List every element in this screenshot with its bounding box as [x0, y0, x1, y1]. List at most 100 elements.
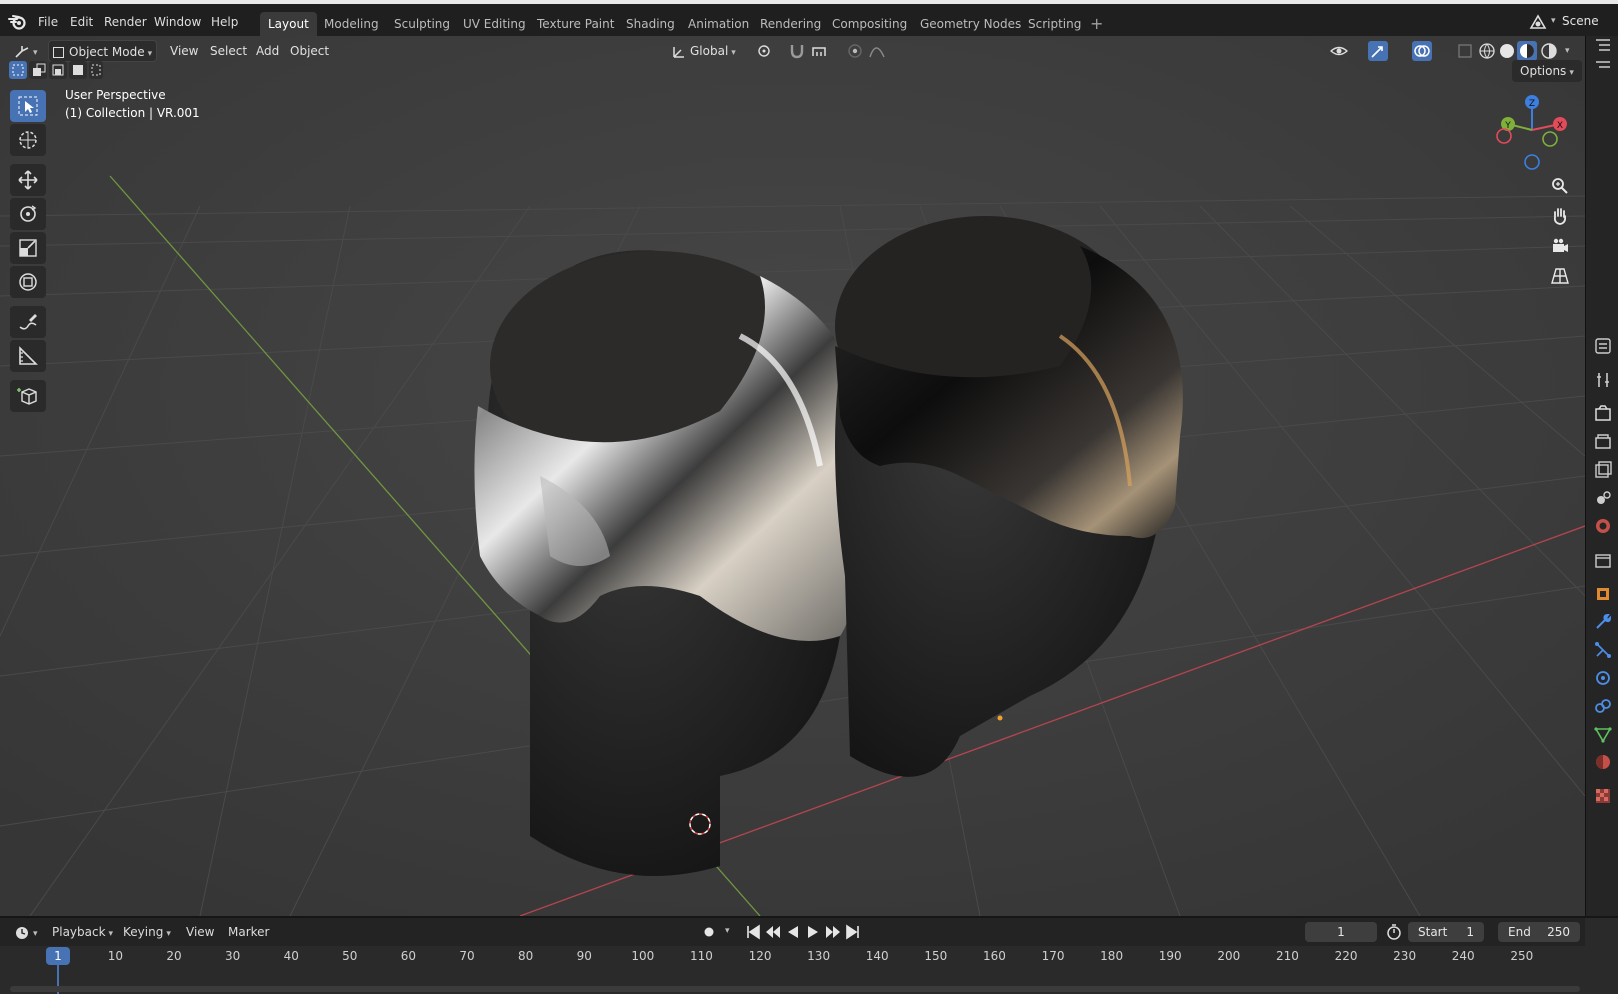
navigation-gizmo[interactable]: Z X Y [1492, 90, 1572, 170]
current-frame-marker[interactable]: 1 [46, 947, 70, 965]
tab-compositing[interactable]: Compositing [824, 12, 915, 36]
options-dropdown[interactable]: Options ▾ [1512, 60, 1582, 82]
render-properties-icon[interactable] [1593, 404, 1613, 424]
menu-render[interactable]: Render [100, 13, 151, 31]
jump-end-icon[interactable] [844, 923, 862, 941]
menu-edit[interactable]: Edit [66, 13, 97, 31]
add-cube-tool[interactable] [10, 380, 46, 412]
start-frame-field[interactable]: Start 1 [1408, 922, 1484, 942]
menu-file[interactable]: File [34, 13, 62, 31]
end-frame-field[interactable]: End 250 [1498, 922, 1580, 942]
cursor-tool[interactable] [10, 124, 46, 156]
mode-dropdown[interactable]: Object Mode ▾ [48, 40, 158, 62]
texture-properties-icon[interactable] [1593, 786, 1613, 806]
rotate-tool[interactable] [10, 198, 46, 230]
physics-icon[interactable] [1593, 668, 1613, 688]
blender-logo-icon[interactable] [8, 13, 28, 31]
chevron-down-icon[interactable]: ▾ [725, 926, 730, 936]
tab-sculpting[interactable]: Sculpting [386, 12, 458, 36]
marker-menu[interactable]: Marker [224, 922, 273, 942]
tab-modeling[interactable]: Modeling [316, 12, 387, 36]
constraints-icon[interactable] [1593, 696, 1613, 716]
transform-tool[interactable] [10, 266, 46, 298]
frame-tick-label: 140 [865, 949, 889, 963]
play-reverse-icon[interactable] [784, 923, 802, 941]
editor-type-button[interactable]: ▾ [10, 40, 42, 62]
xray-icon[interactable] [1456, 42, 1474, 60]
outliner-icon-2[interactable] [1593, 58, 1613, 78]
visibility-eye-icon[interactable] [1330, 42, 1348, 60]
solid-shading-icon[interactable] [1498, 42, 1516, 60]
scale-tool[interactable] [10, 232, 46, 264]
menu-add[interactable]: Add [252, 40, 283, 62]
camera-view-button[interactable] [1546, 232, 1574, 260]
world-properties-icon[interactable] [1593, 516, 1613, 536]
output-properties-icon[interactable] [1593, 432, 1613, 452]
wireframe-shading-icon[interactable] [1478, 42, 1496, 60]
frame-tick-label: 220 [1334, 949, 1358, 963]
pan-button[interactable] [1546, 202, 1574, 230]
menu-select[interactable]: Select [206, 40, 251, 62]
menu-window[interactable]: Window [150, 13, 205, 31]
mesh-data-icon[interactable] [1593, 724, 1613, 744]
timeline-editor-type-button[interactable]: ▾ [10, 922, 42, 942]
selection-mode-buttons[interactable] [8, 60, 104, 80]
collection-properties-icon[interactable] [1593, 550, 1613, 570]
overlays-toggle-button[interactable] [1412, 41, 1432, 61]
view-layer-icon[interactable] [1593, 460, 1613, 480]
rendered-shading-icon[interactable] [1540, 42, 1558, 60]
chevron-down-icon: ▾ [33, 929, 38, 939]
particles-icon[interactable] [1593, 640, 1613, 660]
properties-editor-icon[interactable] [1593, 336, 1613, 356]
perspective-toggle-button[interactable] [1546, 262, 1574, 290]
outliner-icon[interactable] [1593, 36, 1613, 56]
add-workspace-button[interactable]: + [1090, 12, 1103, 36]
timeline-view-menu[interactable]: View [182, 922, 218, 942]
frame-tick-label: 250 [1510, 949, 1534, 963]
next-keyframe-icon[interactable] [824, 923, 842, 941]
jump-start-icon[interactable] [744, 923, 762, 941]
modifier-wrench-icon[interactable] [1593, 612, 1613, 632]
chevron-down-icon[interactable]: ▾ [1565, 46, 1570, 56]
scene-properties-icon[interactable] [1593, 488, 1613, 508]
gizmo-toggle-button[interactable] [1368, 41, 1388, 61]
pivot-icon[interactable] [756, 42, 774, 60]
tab-layout[interactable]: Layout [260, 12, 317, 36]
material-properties-icon[interactable] [1593, 752, 1613, 772]
record-icon[interactable] [700, 923, 718, 941]
object-properties-icon[interactable] [1593, 584, 1613, 604]
tab-shading[interactable]: Shading [618, 12, 683, 36]
keying-menu[interactable]: Keying ▾ [119, 922, 175, 942]
move-tool[interactable] [10, 164, 46, 196]
falloff-curve-icon[interactable] [868, 42, 886, 60]
tab-rendering[interactable]: Rendering [752, 12, 829, 36]
prev-keyframe-icon[interactable] [764, 923, 782, 941]
annotate-tool[interactable] [10, 306, 46, 338]
transform-orientation-dropdown[interactable]: Global ▾ [668, 40, 740, 62]
timeline-scrollbar[interactable] [10, 986, 1580, 992]
tab-texture-paint[interactable]: Texture Paint [529, 12, 622, 36]
3d-viewport[interactable]: User Perspective (1) Collection | VR.001 [0, 36, 1585, 916]
proportional-edit-icon[interactable] [846, 42, 864, 60]
menu-view[interactable]: View [166, 40, 202, 62]
snap-magnet-icon[interactable] [788, 42, 806, 60]
zoom-button[interactable] [1546, 172, 1574, 200]
frame-ruler[interactable]: 1 10 20 30 40 50 60 70 80 90 100 110 120 130 140 150 160… [0, 946, 1585, 968]
tool-settings-icon[interactable] [1593, 370, 1613, 390]
select-box-tool[interactable] [10, 90, 46, 122]
snap-increment-icon[interactable] [810, 42, 828, 60]
frame-tick-label: 170 [1041, 949, 1065, 963]
tab-geometry-nodes[interactable]: Geometry Nodes [912, 12, 1029, 36]
material-preview-button[interactable] [1517, 41, 1537, 61]
tab-animation[interactable]: Animation [680, 12, 757, 36]
scene-selector[interactable]: ▾ Scene [1524, 9, 1618, 35]
play-icon[interactable] [804, 923, 822, 941]
menu-help[interactable]: Help [207, 13, 242, 31]
menu-object[interactable]: Object [286, 40, 333, 62]
stopwatch-icon[interactable] [1385, 923, 1403, 941]
current-frame-field[interactable]: 1 [1305, 922, 1377, 942]
playback-menu[interactable]: Playback ▾ [48, 922, 117, 942]
tab-uv-editing[interactable]: UV Editing [455, 12, 534, 36]
measure-tool[interactable] [10, 340, 46, 372]
tab-scripting[interactable]: Scripting [1020, 12, 1089, 36]
